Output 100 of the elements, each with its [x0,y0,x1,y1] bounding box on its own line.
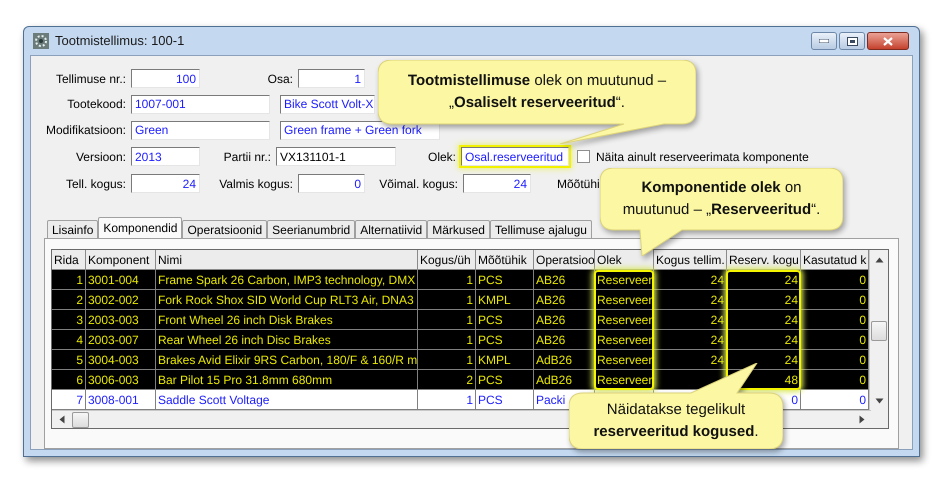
table-cell-text: 0 [859,312,866,328]
field-label: Tootekood: [67,96,126,113]
close-icon [883,36,893,46]
table-cell-text: 2003-003 [88,312,139,328]
table-cell-text: 0 [859,352,866,368]
text-field[interactable]: 24 [131,174,200,193]
column-header[interactable]: Rida [52,250,86,270]
table-cell-text: 4 [76,332,83,348]
minimize-button[interactable] [811,32,837,50]
table-row[interactable]: 3 2003-003 Front Wheel 26 inch Disk Brakes 1 PCS AB26 Reserveer 24 24 0 [52,310,869,330]
text-field[interactable]: Green [131,120,270,140]
app-icon [32,32,50,50]
text-field[interactable]: 0 [298,174,365,193]
tab[interactable]: Seerianumbrid [267,220,356,238]
tab[interactable]: Alternatiivid [355,220,428,238]
table-cell-text: Rear Wheel 26 inch Disc Brakes [158,332,331,348]
close-button[interactable] [867,32,909,50]
table-cell-text: AB26 [536,272,566,288]
column-header[interactable]: Komponent [86,250,156,270]
table-row[interactable]: 2 3002-002 Fork Rock Shox SID World Cup RLT3 Air, DNA3 1 KMPL AB26 Reserveer 24 24 0 [52,290,869,310]
table-row[interactable]: 4 2003-007 Rear Wheel 26 inch Disc Brakes 1 PCS AB26 Reserveer 24 24 0 [52,330,869,350]
field-label: Osa: [268,70,293,88]
column-header[interactable]: Olek [595,250,654,270]
table-cell-text: 24 [784,312,798,328]
text-field[interactable]: Green frame + Green fork [280,120,440,140]
table-cell-text: 0 [859,392,866,408]
table-cell-text: 24 [710,292,724,308]
table-cell-text: Reserveer [597,372,652,388]
table-cell-text: 24 [784,292,798,308]
table-cell-text: 48 [784,372,798,388]
text-field[interactable]: 100 [131,69,200,88]
table-cell-text: AB26 [536,292,566,308]
table-cell-text: KMPL [478,292,511,308]
column-header[interactable]: Reserv. kogu [727,250,801,270]
table-cell-text: 24 [710,312,724,328]
table-cell-text: 24 [710,272,724,288]
table-cell-text: 1 [466,272,473,288]
table-cell-text: 6 [76,372,83,388]
table-cell-text: Reserveer [597,352,652,368]
text-field[interactable]: Bike Scott Volt-X [280,94,375,114]
restore-icon [846,36,858,46]
table-cell-text: 3 [76,312,83,328]
table-cell-text: 0 [859,292,866,308]
field-label: Valmis kogus: [219,176,293,192]
text-field[interactable]: VX131101-1 [276,147,396,166]
scroll-thumb[interactable] [871,321,887,341]
table-cell-text: 3004-003 [88,352,139,368]
tab[interactable]: Lisainfo [47,220,98,238]
table-cell-text: 24 [784,332,798,348]
maximize-button[interactable] [839,32,865,50]
text-field[interactable]: 24 [463,174,531,193]
minimize-icon [819,39,829,43]
table-cell-text: 24 [784,272,798,288]
scroll-thumb[interactable] [72,412,89,428]
table-cell-text: PCS [478,312,503,328]
table-cell-text: Fork Rock Shox SID World Cup RLT3 Air, DNA3 [158,292,414,308]
scroll-right-icon[interactable] [859,415,865,424]
text-field[interactable]: 2013 [131,147,200,166]
text-field[interactable]: 1 [298,69,365,88]
table-cell-text: PCS [478,272,503,288]
field-label: Mõõtühi [557,176,600,192]
table-cell-text: 7 [76,392,83,408]
field-label: Tell. kogus: [66,176,126,192]
tab[interactable]: Märkused [427,220,490,238]
table-cell-text: Frame Spark 26 Carbon, IMP3 technology, DMX [158,272,416,288]
table-cell-text: Reserveer [597,312,652,328]
table-row[interactable]: 1 3001-004 Frame Spark 26 Carbon, IMP3 technology, DMX 1 PCS AB26 Reserveer 24 24 0 [52,270,869,290]
tab[interactable]: Operatsioonid [182,220,268,238]
field-label: Olek: [428,148,456,166]
table-cell-text: Reserveer [597,272,652,288]
column-header[interactable]: Kasutatud k [801,250,869,270]
table-cell-text: Reserveer [597,332,652,348]
scroll-up-icon[interactable] [874,257,884,263]
table-cell-text: 3001-004 [88,272,139,288]
window-title: Tootmistellimus: 100-1 [55,32,184,50]
table-cell-text: PCS [478,372,503,388]
table-row[interactable]: 6 3006-003 Bar Pilot 15 Pro 31.8mm 680mm 2 PCS AdB26 Reserveer 48 0 [52,370,869,390]
table-cell-text: 24 [784,352,798,368]
column-header[interactable]: Nimi [156,250,418,270]
column-header[interactable]: Kogus/üh [418,250,476,270]
tab[interactable]: Komponendid [98,217,182,238]
column-header[interactable]: Mõõtühik [476,250,534,270]
scroll-down-icon[interactable] [874,398,884,404]
vertical-scrollbar[interactable] [869,250,888,410]
table-cell-text: 1 [466,332,473,348]
column-header[interactable]: Kogus tellim. [654,250,727,270]
table-row[interactable]: 5 3004-003 Brakes Avid Elixir 9RS Carbon, 180/F & 160/R m 1 KMPL AdB26 Reserveer 24 24 0 [52,350,869,370]
table-cell-text: 1 [466,312,473,328]
table-cell-text: 1 [76,272,83,288]
callout-text: Tootmistellimuse olek on muutunud – „Osaliselt reserveeritud“. [408,71,666,113]
table-cell-text: 2 [466,372,473,388]
table-cell-text: 3008-001 [88,392,139,408]
scroll-left-icon[interactable] [59,415,65,424]
tab[interactable]: Tellimuse ajalugu [490,220,592,238]
table-cell-text: Packi [536,392,566,408]
text-field[interactable]: Osal.reserveeritud [461,147,569,166]
text-field[interactable]: 1007-001 [131,94,270,114]
field-label: Modifikatsioon: [46,122,126,139]
column-header[interactable]: Operatsioo [534,250,595,270]
checkbox[interactable] [577,150,590,163]
